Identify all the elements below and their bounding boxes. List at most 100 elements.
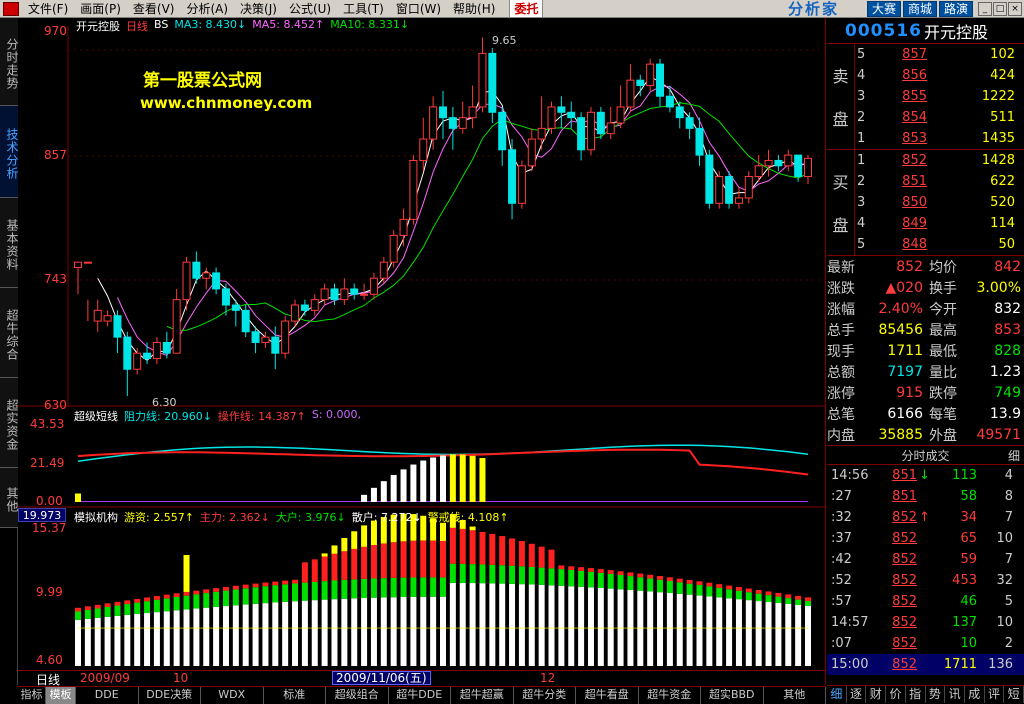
main-force-bar [282,580,289,585]
tab-superbull-funds[interactable]: 超牛资金 [639,687,701,704]
tick-row[interactable]: :32 852 ↑ 34 7 [827,507,1024,528]
tab-real-funds[interactable]: 超实资金 [0,378,19,468]
ask-row[interactable]: 3 855 1222 [827,86,1024,107]
menu-screen[interactable]: 画面(P) [74,0,127,17]
menu-help[interactable]: 帮助(H) [447,0,501,17]
menu-analysis[interactable]: 分析(A) [180,0,234,17]
right-tab[interactable]: 价 [886,686,906,703]
tab-dde[interactable]: DDE [76,687,139,704]
big-holder-bar [370,578,377,598]
bid-row[interactable]: 2 851 622 [827,171,1024,192]
bid-row[interactable]: 5 848 50 [827,234,1024,255]
tick-price[interactable]: 852 [871,594,917,609]
tick-price[interactable]: 852 [871,573,917,588]
bid-price[interactable]: 848 [869,237,927,252]
close-icon[interactable]: × [1008,1,1022,16]
menu-decision[interactable]: 决策(J) [234,0,283,17]
bid-price[interactable]: 851 [869,174,927,189]
tab-superbull-category[interactable]: 超牛分类 [514,687,576,704]
menu-view[interactable]: 查看(V) [127,0,181,17]
tick-price[interactable]: 852 [871,615,917,630]
menu-formula[interactable]: 公式(U) [283,0,337,17]
retail-bar [686,594,693,666]
chart-area[interactable]: 开元控股 日线 BS MA3: 8.430↓ MA5: 8.452↑ MA10:… [18,18,826,688]
ask-price[interactable]: 857 [869,47,927,62]
tick-price[interactable]: 852 [871,552,917,567]
tick-row[interactable]: 15:00 852 1711 136 [827,654,1024,675]
menu-window[interactable]: 窗口(W) [390,0,447,17]
bid-row[interactable]: 4 849 114 [827,213,1024,234]
tab-indicator[interactable]: 指标 [18,687,46,704]
ask-price[interactable]: 856 [869,68,927,83]
tick-price[interactable]: 851 [871,489,917,504]
tick-price[interactable]: 851 [871,468,917,483]
right-tab[interactable]: 讯 [945,686,965,703]
tick-row[interactable]: :52 852 453 32 [827,570,1024,591]
ask-row[interactable]: 2 854 511 [827,107,1024,128]
ask-price[interactable]: 853 [869,131,927,146]
ask-price[interactable]: 854 [869,110,927,125]
retail-bar [370,597,377,666]
stock-code[interactable]: 000516 [845,21,922,41]
tick-row[interactable]: 14:57 852 137 10 [827,612,1024,633]
tick-row[interactable]: :42 852 59 7 [827,549,1024,570]
bid-price[interactable]: 850 [869,195,927,210]
right-tab[interactable]: 成 [965,686,985,703]
bid-price[interactable]: 849 [869,216,927,231]
menu-tools[interactable]: 工具(T) [337,0,390,17]
bid-row[interactable]: 1 852 1428 [827,150,1024,171]
ask-row[interactable]: 5 857 102 [827,44,1024,65]
contest-button[interactable]: 大赛 [866,0,901,17]
ask-price[interactable]: 855 [869,89,927,104]
tab-other-bottom[interactable]: 其他 [764,687,826,704]
candle-body [754,165,763,178]
ask-row[interactable]: 1 853 1435 [827,128,1024,149]
tick-row[interactable]: :37 852 65 10 [827,528,1024,549]
menu-file[interactable]: 文件(F) [22,0,74,17]
big-holder-bar [144,601,151,614]
ticks-detail-button[interactable]: 细 [1008,447,1020,464]
tick-row[interactable]: :27 851 58 8 [827,486,1024,507]
tick-row[interactable]: 14:56 851 ↓ 113 4 [827,465,1024,486]
right-tab[interactable]: 细 [827,686,847,703]
right-tab[interactable]: 财 [866,686,887,703]
tab-wdx[interactable]: WDX [201,687,264,704]
tick-row[interactable]: :07 852 10 2 [827,633,1024,654]
roadshow-button[interactable]: 路演 [938,0,973,17]
minimize-icon[interactable]: _ [978,1,992,16]
right-tab[interactable]: 短 [1004,686,1024,703]
tab-fundamentals[interactable]: 基本资料 [0,198,19,288]
main-force-bar [331,553,338,581]
tab-template[interactable]: 模板 [46,687,76,704]
tick-row[interactable]: :57 852 46 5 [827,591,1024,612]
candle-body [596,111,605,135]
tab-technical[interactable]: 技术分析 [0,106,19,198]
tab-superbull-watch[interactable]: 超牛看盘 [576,687,639,704]
right-tab[interactable]: 逐 [847,686,867,703]
right-tab[interactable]: 指 [906,686,926,703]
tab-dde-decision[interactable]: DDE决策 [139,687,201,704]
tab-standard[interactable]: 标准 [264,687,326,704]
tab-super-combo[interactable]: 超级组合 [326,687,389,704]
tab-superbull-win[interactable]: 超牛超赢 [451,687,514,704]
tab-intraday[interactable]: 分时走势 [0,18,19,106]
main-force-bar [94,604,101,609]
tab-other[interactable]: 其他 [0,468,19,528]
period-label[interactable]: 日线 [126,18,148,34]
tab-superbull-dde[interactable]: 超牛DDE [389,687,451,704]
tick-price[interactable]: 852 [871,636,917,651]
bid-row[interactable]: 3 850 520 [827,192,1024,213]
tick-price[interactable]: 852 [871,657,917,672]
ticks-title[interactable]: 分时成交 [901,447,949,464]
tick-price[interactable]: 852 [871,531,917,546]
right-tab[interactable]: 势 [926,686,946,703]
tab-superreal-bbd[interactable]: 超实BBD [701,687,764,704]
tab-super-composite[interactable]: 超牛综合 [0,288,19,378]
maximize-icon[interactable]: □ [993,1,1007,16]
ask-row[interactable]: 4 856 424 [827,65,1024,86]
mall-button[interactable]: 商城 [902,0,937,17]
tick-price[interactable]: 852 [871,510,917,525]
bid-price[interactable]: 852 [869,153,927,168]
trade-button[interactable]: 委托 [509,0,544,18]
right-tab[interactable]: 评 [985,686,1005,703]
